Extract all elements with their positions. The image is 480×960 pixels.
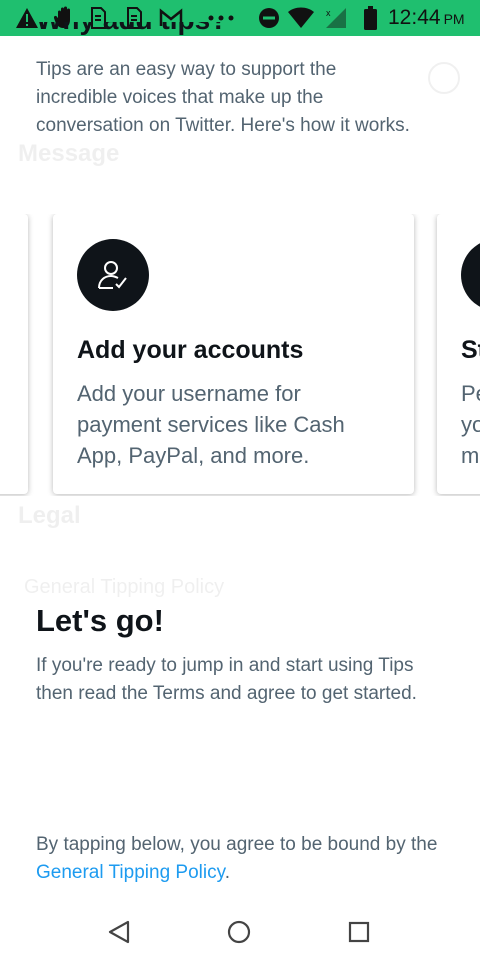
recents-icon[interactable] <box>339 912 379 952</box>
card-icon <box>461 239 480 311</box>
navigation-bar <box>0 900 480 960</box>
background-policy-link: General Tipping Policy <box>24 576 225 598</box>
do-not-disturb-icon <box>256 6 282 30</box>
consent-suffix: . <box>224 862 230 883</box>
carousel-card-add-accounts[interactable]: Add your accounts Add your username for … <box>53 214 414 494</box>
background-legal-heading: Legal <box>18 502 81 529</box>
background-message-heading: Message <box>18 140 120 167</box>
intro-text: Tips are an easy way to support the incr… <box>36 59 410 136</box>
carousel-card-previous[interactable] <box>0 214 28 494</box>
general-tipping-policy-link[interactable]: General Tipping Policy <box>36 862 225 883</box>
ready-text: If you're ready to jump in and start usi… <box>36 655 417 704</box>
wifi-icon <box>286 6 316 30</box>
tips-carousel[interactable]: Add your accounts Add your username for … <box>0 214 480 496</box>
status-time: 12:44 PM <box>388 6 465 29</box>
battery-icon <box>362 6 378 30</box>
back-icon[interactable] <box>99 912 139 952</box>
card-title: Add your accounts <box>77 336 304 364</box>
consent-text: By tapping below, you agree to be bound … <box>36 831 456 887</box>
card-text: Pe yo m <box>461 381 480 468</box>
consent-prefix: By tapping below, you agree to be bound … <box>36 834 438 855</box>
home-icon[interactable] <box>219 912 259 952</box>
card-title: St <box>461 336 480 364</box>
card-text: Add your username for payment services l… <box>77 381 345 468</box>
background-info-icon <box>428 62 460 94</box>
person-check-icon <box>77 239 149 311</box>
svg-text:x: x <box>326 8 331 18</box>
carousel-card-next[interactable]: St Pe yo m <box>437 214 480 494</box>
cellular-signal-icon: x <box>322 6 350 30</box>
lets-go-heading: Let's go! <box>36 603 164 638</box>
